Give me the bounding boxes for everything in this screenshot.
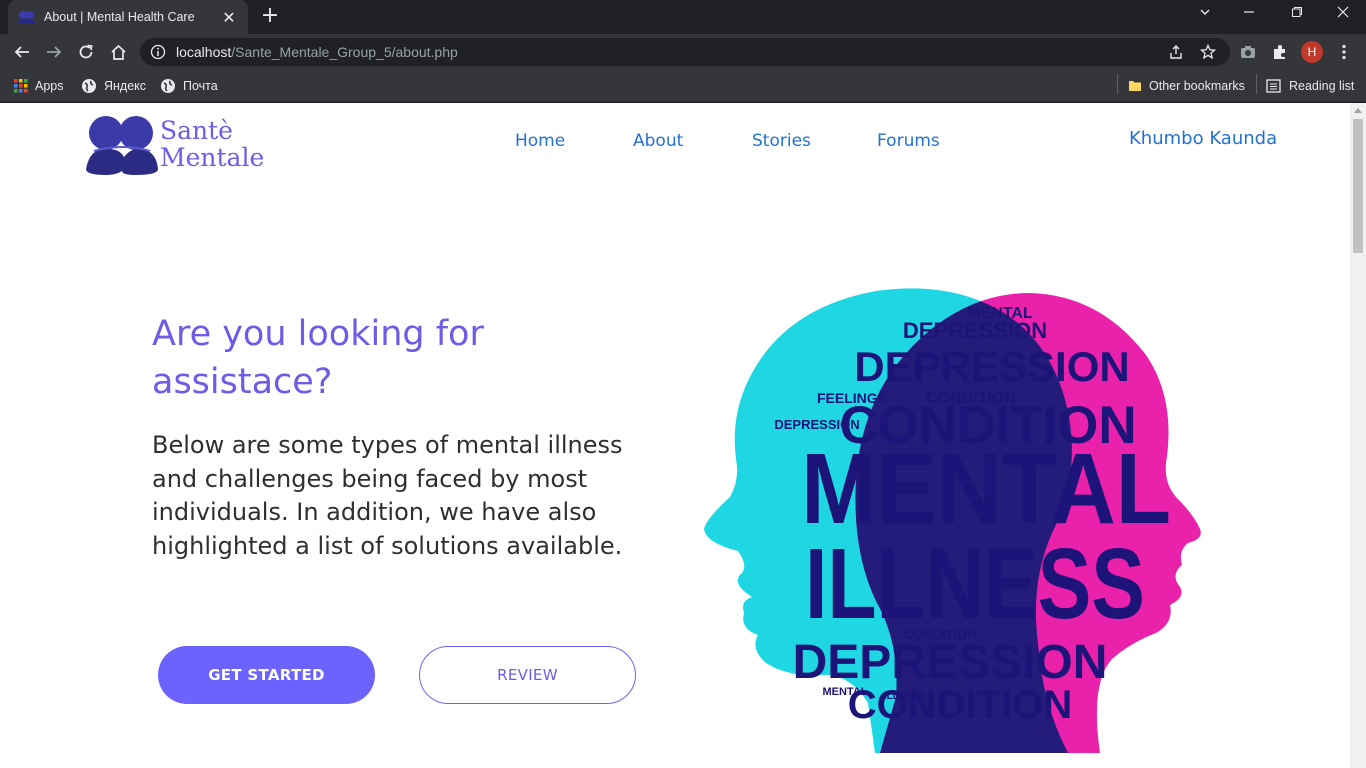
other-bookmarks[interactable]: Other bookmarks: [1128, 76, 1245, 96]
other-bookmarks-label: Other bookmarks: [1149, 79, 1245, 93]
bookmark-yandex[interactable]: Яндекс: [81, 76, 146, 96]
tab-strip: About | Mental Health Care ✕ +: [0, 0, 1366, 34]
tab-close-icon[interactable]: ✕: [220, 8, 238, 27]
globe-icon: [161, 79, 175, 93]
bookmark-pochta[interactable]: Почта: [160, 76, 218, 96]
word-condition-bottom: CONDITION: [848, 683, 1072, 727]
nav-home[interactable]: Home: [515, 131, 565, 151]
bookmark-apps-label: Apps: [35, 79, 64, 93]
apps-grid-icon: [14, 79, 28, 93]
new-tab-button[interactable]: +: [258, 5, 282, 29]
word-illness-large: ILLNESS: [805, 528, 1145, 640]
hero-description: Below are some types of mental illness a…: [152, 431, 623, 560]
logo-text-line1: Santè: [160, 116, 233, 145]
browser-toolbar: localhost/Sante_Mentale_Group_5/about.ph…: [0, 34, 1366, 70]
bookmarks-divider: [1256, 74, 1257, 94]
tab-search-icon[interactable]: [1194, 6, 1216, 26]
nav-stories[interactable]: Stories: [752, 131, 811, 151]
reload-icon[interactable]: [74, 40, 98, 64]
logo-people-icon: [86, 116, 158, 175]
word-mental-tiny: MENTAL: [822, 686, 867, 698]
minimize-icon[interactable]: [1238, 6, 1260, 26]
url-host: localhost: [176, 44, 232, 60]
get-started-button[interactable]: GET STARTED: [158, 646, 375, 704]
mental-illness-heads-illustration: MENTAL DEPRESSION DEPRESSION FEELINGS CO…: [704, 288, 1201, 753]
bookmark-pochta-label: Почта: [183, 79, 218, 93]
reading-list-icon: [1266, 79, 1281, 93]
profile-avatar[interactable]: H: [1301, 41, 1323, 63]
user-name-link[interactable]: Khumbo Kaunda: [1129, 128, 1277, 149]
restore-icon[interactable]: [1286, 6, 1308, 26]
site-logo[interactable]: Santè Mentale: [86, 111, 286, 177]
word-depression-lower: DEPRESSION: [793, 636, 1108, 689]
logo-text-line2: Mentale: [160, 143, 265, 172]
url-path: /Sante_Mentale_Group_5/about.php: [231, 44, 458, 60]
menu-kebab-icon[interactable]: [1332, 40, 1356, 64]
bookmark-yandex-label: Яндекс: [104, 79, 147, 93]
page-scrollbar[interactable]: [1350, 103, 1366, 768]
globe-icon: [82, 79, 96, 93]
bookmark-star-icon[interactable]: [1196, 40, 1220, 64]
back-arrow-icon[interactable]: [10, 40, 34, 64]
site-info-icon[interactable]: [150, 44, 166, 60]
bookmarks-bar: Apps Яндекс Почта Other bookmarks Readin…: [0, 70, 1366, 102]
hero-title: Are you looking for assistace?: [152, 314, 484, 402]
extensions-puzzle-icon[interactable]: [1268, 40, 1292, 64]
scrollbar-thumb[interactable]: [1353, 119, 1363, 253]
bookmark-apps[interactable]: Apps: [14, 76, 64, 96]
address-bar[interactable]: localhost/Sante_Mentale_Group_5/about.ph…: [140, 38, 1230, 66]
review-button[interactable]: REVIEW: [419, 646, 636, 704]
page-viewport: Santè Mentale Home About Stories Forums …: [0, 103, 1350, 768]
reading-list-label: Reading list: [1289, 79, 1355, 93]
share-icon[interactable]: [1164, 40, 1188, 64]
browser-tab[interactable]: About | Mental Health Care ✕: [8, 0, 248, 34]
nav-forums[interactable]: Forums: [877, 131, 940, 151]
nav-about[interactable]: About: [633, 131, 683, 151]
reading-list[interactable]: Reading list: [1266, 76, 1354, 96]
word-illness-tiny: ILLNESS: [884, 691, 927, 702]
tab-title: About | Mental Health Care: [44, 10, 195, 24]
word-depression-small: DEPRESSION: [903, 318, 1047, 343]
home-icon[interactable]: [106, 40, 130, 64]
close-window-icon[interactable]: [1332, 6, 1354, 26]
camera-icon[interactable]: [1236, 40, 1260, 64]
scroll-up-icon[interactable]: [1354, 108, 1362, 113]
word-depression-large: DEPRESSION: [854, 343, 1129, 390]
bookmarks-divider: [1117, 74, 1118, 94]
site-favicon-icon: [18, 11, 36, 24]
folder-icon: [1129, 81, 1141, 91]
forward-arrow-icon[interactable]: [42, 40, 66, 64]
